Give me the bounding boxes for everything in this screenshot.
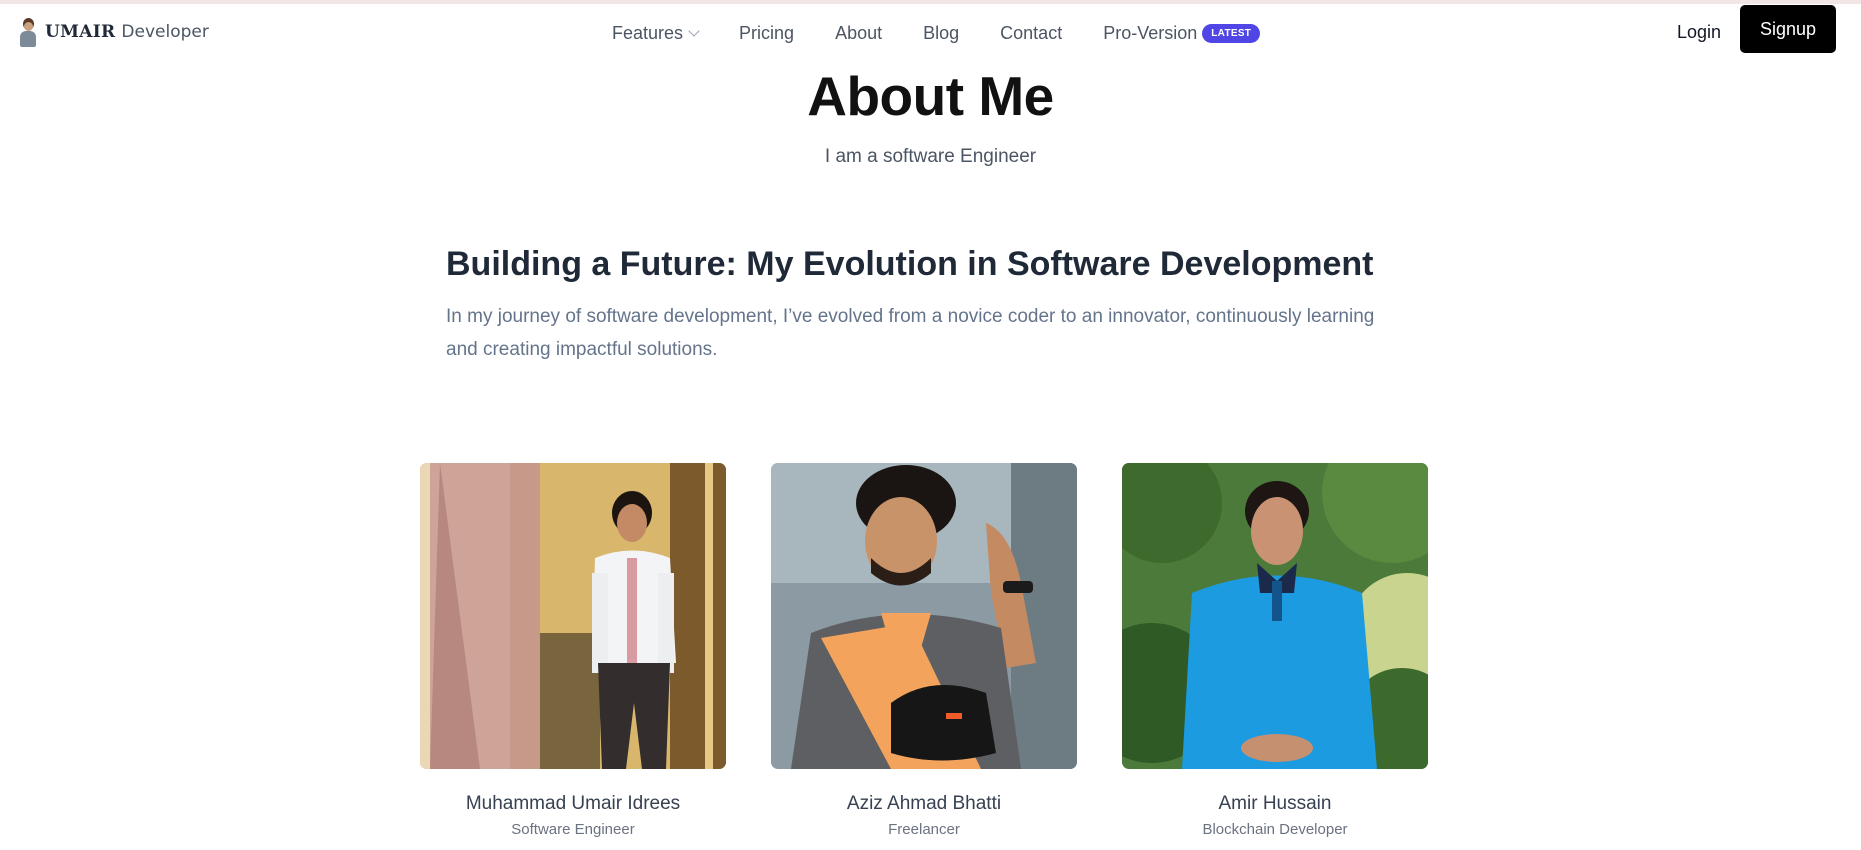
chevron-down-icon: [688, 25, 700, 37]
nav-item-label: Contact: [1000, 22, 1063, 43]
team-member-name: Aziz Ahmad Bhatti: [846, 793, 1002, 814]
nav-item-contact[interactable]: Contact: [1000, 23, 1062, 44]
page-subtitle: I am a software Engineer: [824, 146, 1037, 167]
signup-button[interactable]: Signup: [1740, 5, 1836, 53]
team-member-photo: [420, 463, 726, 769]
logo-avatar-icon: [17, 17, 39, 47]
nav-item-pricing[interactable]: Pricing: [739, 23, 794, 44]
site-header: UMAIR Developer Features Pricing About B…: [0, 4, 1861, 60]
site-logo[interactable]: UMAIR Developer: [17, 14, 209, 50]
nav-item-features[interactable]: Features: [612, 22, 700, 44]
nav-item-about[interactable]: About: [835, 23, 882, 44]
team-card: Aziz Ahmad Bhatti Freelancer: [771, 463, 1077, 838]
team-member-role: Blockchain Developer: [1202, 821, 1348, 838]
nav-item-pro-version[interactable]: Pro-Version LATEST: [1103, 22, 1261, 44]
team-member-photo: [771, 463, 1077, 769]
team-member-name: Amir Hussain: [1218, 793, 1332, 814]
team-card: Muhammad Umair Idrees Software Engineer: [420, 463, 726, 838]
team-member-role: Freelancer: [888, 821, 960, 838]
login-link[interactable]: Login: [1677, 22, 1721, 43]
nav-item-blog[interactable]: Blog: [923, 23, 959, 44]
nav-item-label: Pro-Version: [1103, 22, 1198, 43]
team-member-photo: [1122, 463, 1428, 769]
nav-item-label: Pricing: [739, 22, 795, 43]
nav-item-label: Features: [612, 22, 684, 43]
logo-text-primary: UMAIR: [45, 22, 116, 42]
logo-text-secondary: Developer: [121, 22, 209, 42]
main-nav: Features Pricing About Blog Contact Pro-…: [612, 18, 1261, 48]
latest-badge: LATEST: [1202, 23, 1261, 43]
nav-item-label: About: [835, 22, 883, 43]
page-title: About Me: [807, 65, 1054, 127]
section-heading: Building a Future: My Evolution in Softw…: [446, 245, 1374, 283]
nav-item-label: Blog: [923, 22, 960, 43]
section-description: In my journey of software development, I…: [446, 306, 1375, 360]
team-member-role: Software Engineer: [511, 821, 635, 838]
team-card: Amir Hussain Blockchain Developer: [1122, 463, 1428, 838]
team-member-name: Muhammad Umair Idrees: [465, 793, 681, 814]
